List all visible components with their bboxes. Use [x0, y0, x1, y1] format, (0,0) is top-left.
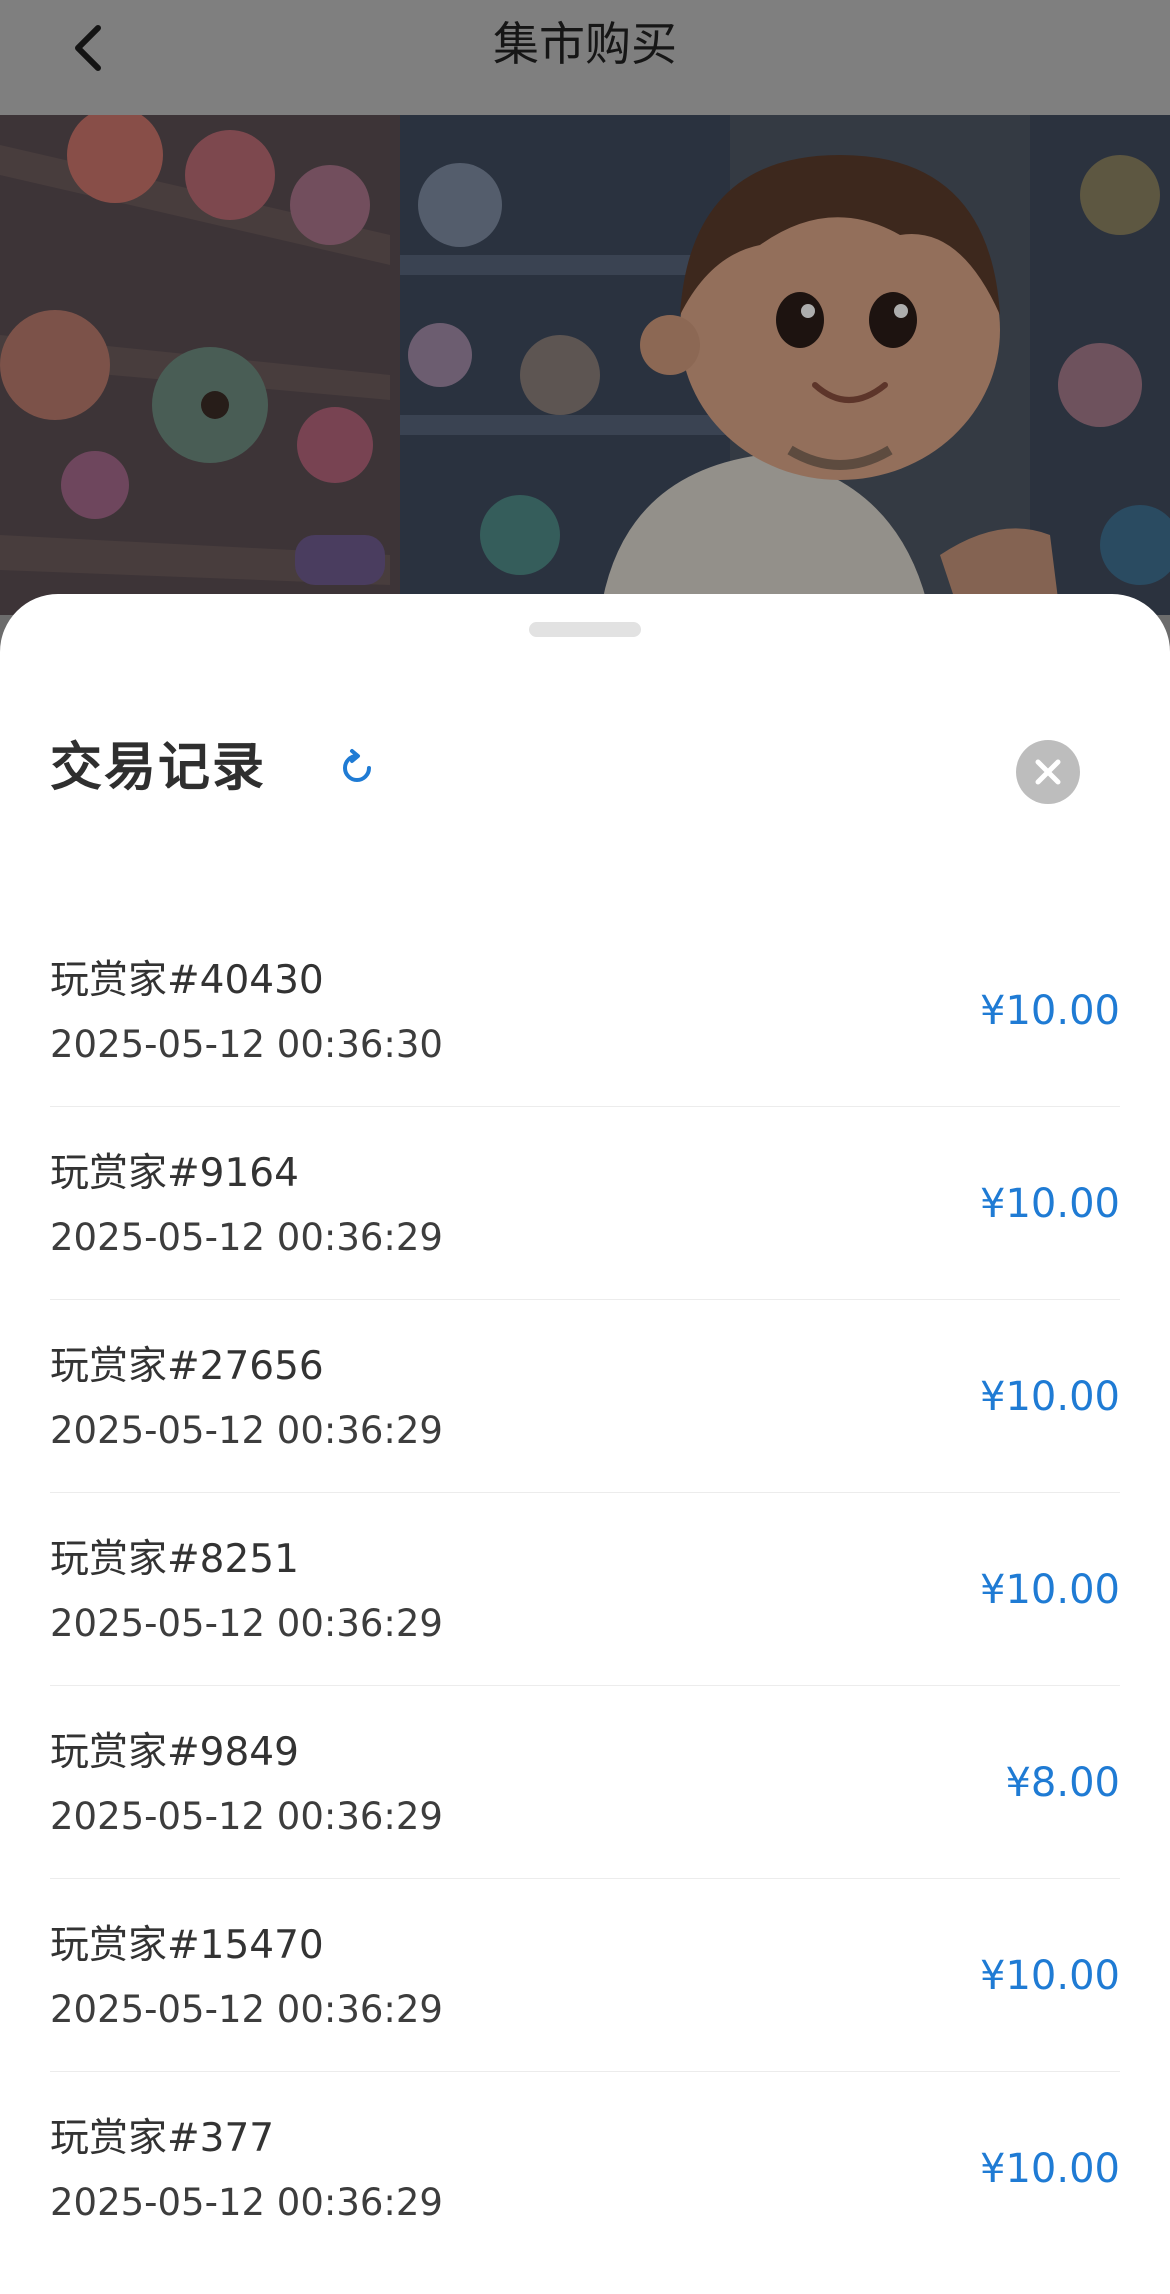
- transaction-price: ¥10.00: [980, 2146, 1120, 2192]
- hero-banner-image: [0, 115, 1170, 615]
- transaction-price: ¥10.00: [980, 988, 1120, 1034]
- buyer-name: 玩赏家#27656: [50, 1344, 324, 1389]
- top-navbar: 集市购买: [0, 0, 1170, 115]
- transaction-row[interactable]: 玩赏家#27656 2025-05-12 00:36:29 ¥10.00: [50, 1300, 1120, 1493]
- buyer-name: 玩赏家#9849: [50, 1730, 299, 1775]
- transaction-price: ¥10.00: [980, 1181, 1120, 1227]
- transaction-time: 2025-05-12 00:36:29: [50, 1409, 443, 1452]
- buyer-name: 玩赏家#377: [50, 2116, 275, 2161]
- transaction-row[interactable]: 玩赏家#15470 2025-05-12 00:36:29 ¥10.00: [50, 1879, 1120, 2072]
- transaction-row[interactable]: 玩赏家#8251 2025-05-12 00:36:29 ¥10.00: [50, 1493, 1120, 1686]
- transaction-time: 2025-05-12 00:36:29: [50, 1988, 443, 2031]
- transaction-time: 2025-05-12 00:36:30: [50, 1023, 443, 1066]
- buyer-name: 玩赏家#40430: [50, 958, 324, 1003]
- transaction-time: 2025-05-12 00:36:29: [50, 1216, 443, 1259]
- transaction-time: 2025-05-12 00:36:29: [50, 2181, 443, 2224]
- sheet-title: 交易记录: [50, 738, 267, 798]
- transaction-time: 2025-05-12 00:36:29: [50, 1602, 443, 1645]
- close-button[interactable]: [1016, 740, 1080, 804]
- page-title: 集市购买: [493, 17, 677, 71]
- transaction-row[interactable]: 玩赏家#377 2025-05-12 00:36:29 ¥10.00: [50, 2072, 1120, 2265]
- sheet-drag-handle[interactable]: [529, 622, 641, 637]
- buyer-name: 玩赏家#9164: [50, 1151, 299, 1196]
- transaction-time: 2025-05-12 00:36:29: [50, 1795, 443, 1838]
- close-icon: [1035, 759, 1061, 785]
- transaction-row[interactable]: 玩赏家#40430 2025-05-12 00:36:30 ¥10.00: [50, 914, 1120, 1107]
- refresh-icon: [343, 749, 371, 782]
- buyer-name: 玩赏家#8251: [50, 1537, 299, 1582]
- transaction-list: 玩赏家#40430 2025-05-12 00:36:30 ¥10.00 玩赏家…: [50, 914, 1120, 2265]
- transaction-price: ¥10.00: [980, 1374, 1120, 1420]
- buyer-name: 玩赏家#15470: [50, 1923, 324, 1968]
- refresh-button[interactable]: [331, 742, 383, 794]
- transaction-row[interactable]: 玩赏家#9849 2025-05-12 00:36:29 ¥8.00: [50, 1686, 1120, 1879]
- transaction-price: ¥10.00: [980, 1953, 1120, 1999]
- transaction-records-sheet: 交易记录 玩赏家#40430 2025-05-12 00:36:30 ¥10.0…: [0, 594, 1170, 2294]
- transaction-price: ¥10.00: [980, 1567, 1120, 1613]
- transaction-row[interactable]: 玩赏家#9164 2025-05-12 00:36:29 ¥10.00: [50, 1107, 1120, 1300]
- transaction-price: ¥8.00: [1005, 1760, 1120, 1806]
